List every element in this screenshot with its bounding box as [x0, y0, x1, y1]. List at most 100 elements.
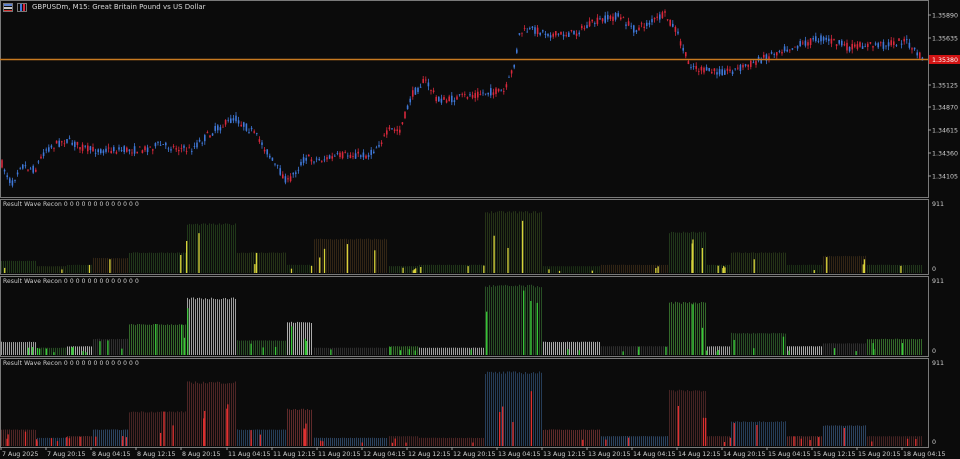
- histogram-spike: [701, 327, 704, 355]
- histogram-bar: [557, 429, 558, 446]
- histogram-bar: [183, 252, 184, 273]
- histogram-bar: [609, 264, 610, 273]
- histogram-bar: [397, 346, 398, 355]
- histogram-bar: [3, 341, 4, 355]
- histogram-bar: [77, 264, 78, 273]
- histogram-bar: [609, 346, 610, 355]
- candle-body: [217, 125, 219, 131]
- histogram-bar: [505, 373, 506, 446]
- histogram-bar: [503, 285, 504, 355]
- histogram-bar: [495, 371, 496, 446]
- histogram-bar: [271, 252, 272, 273]
- histogram-bar: [855, 256, 856, 273]
- candle-body: [718, 69, 721, 75]
- histogram-bar: [619, 264, 620, 273]
- histogram-bar: [225, 383, 226, 446]
- histogram-bar: [115, 258, 116, 273]
- histogram-bar: [469, 264, 470, 273]
- histogram-bar: [21, 261, 22, 273]
- candle-body: [185, 151, 188, 152]
- histogram-bar: [889, 264, 890, 273]
- histogram-spike: [24, 431, 27, 446]
- histogram-bar: [739, 421, 740, 446]
- candle-body: [201, 142, 203, 144]
- histogram-bar: [643, 436, 644, 446]
- histogram-bar: [587, 341, 588, 355]
- histogram-bar: [352, 239, 353, 273]
- histogram-bar: [881, 264, 882, 273]
- histogram-bar: [601, 436, 602, 446]
- histogram-spike: [38, 348, 41, 355]
- candle-body: [27, 169, 29, 171]
- histogram-spike: [50, 438, 53, 446]
- histogram-bar: [559, 341, 560, 355]
- histogram-spike: [705, 417, 707, 446]
- histogram-bar: [433, 347, 434, 355]
- histogram-bar: [523, 374, 524, 446]
- candle-body: [674, 27, 677, 32]
- candle-body: [477, 91, 479, 98]
- candle-body: [313, 161, 315, 163]
- histogram-bar: [364, 437, 365, 446]
- histogram-bar: [613, 436, 614, 446]
- time-axis-label: 14 Aug 12:15: [678, 451, 720, 458]
- histogram-bar: [821, 436, 822, 446]
- histogram-spike: [701, 247, 704, 273]
- histogram-bar: [301, 264, 302, 273]
- histogram-bar: [360, 347, 361, 355]
- candle-body: [271, 157, 274, 161]
- histogram-bar: [171, 324, 172, 355]
- histogram-spike: [467, 266, 469, 273]
- histogram-bar: [685, 232, 686, 273]
- candle-body: [352, 155, 354, 157]
- histogram-bar: [501, 210, 502, 273]
- histogram-bar: [229, 224, 230, 273]
- indicator-panel-1: [1, 210, 922, 273]
- histogram-bar: [659, 264, 660, 273]
- candle-body: [627, 21, 630, 26]
- histogram-bar: [911, 338, 912, 355]
- histogram-bar: [727, 436, 728, 446]
- histogram-bar: [845, 255, 846, 273]
- histogram-bar: [167, 412, 168, 446]
- histogram-bar: [533, 211, 534, 273]
- histogram-bar: [314, 437, 315, 446]
- histogram-bar: [65, 266, 66, 273]
- histogram-bar: [487, 212, 488, 273]
- candle-body: [578, 32, 580, 35]
- histogram-spike: [163, 411, 165, 446]
- histogram-spike: [729, 437, 732, 446]
- candle-body: [640, 23, 643, 25]
- histogram-bar: [897, 436, 898, 446]
- histogram-bar: [43, 266, 44, 273]
- histogram-bar: [783, 252, 784, 273]
- histogram-bar: [623, 436, 624, 446]
- histogram-bar: [433, 437, 434, 446]
- candle-body: [9, 178, 11, 183]
- candle-body: [79, 147, 81, 150]
- histogram-bar: [481, 347, 482, 355]
- histogram-spike: [470, 349, 472, 355]
- histogram-bar: [875, 265, 876, 273]
- histogram-bar: [103, 257, 104, 273]
- histogram-bar: [553, 429, 554, 446]
- histogram-bar: [713, 264, 714, 273]
- histogram-bar: [647, 436, 648, 446]
- histogram-bar: [773, 252, 774, 273]
- histogram-bar: [841, 425, 842, 446]
- histogram-bar: [509, 211, 510, 273]
- histogram-bar: [133, 252, 134, 273]
- histogram-bar: [883, 264, 884, 273]
- histogram-bar: [721, 346, 722, 355]
- histogram-bar: [561, 266, 562, 273]
- histogram-bar: [549, 341, 550, 355]
- histogram-bar: [431, 437, 432, 446]
- trading-chart[interactable]: 1.358901.356351.351251.348701.346151.343…: [0, 0, 960, 459]
- histogram-bar: [683, 302, 684, 355]
- histogram-bar: [89, 346, 90, 355]
- histogram-bar: [881, 436, 882, 446]
- histogram-bar: [919, 264, 920, 273]
- price-axis-label: 1.34360: [932, 151, 958, 158]
- candle-body: [474, 93, 476, 99]
- histogram-bar: [789, 436, 790, 446]
